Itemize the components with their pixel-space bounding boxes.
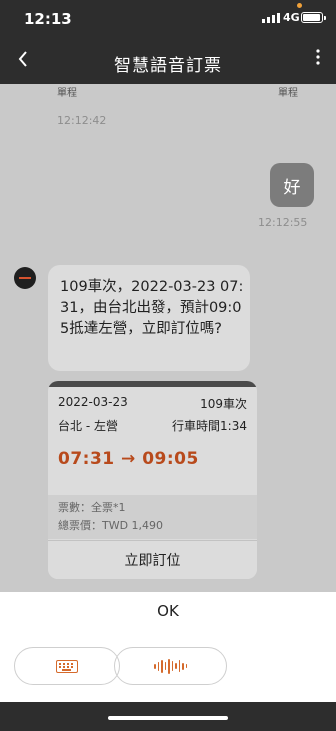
privacy-indicator-dot (297, 3, 302, 8)
card-departure-arrival: 07:31 → 09:05 (58, 449, 199, 469)
home-indicator[interactable] (108, 716, 228, 720)
signal-icon (262, 13, 280, 23)
user-message-bubble: 好 (270, 163, 314, 207)
card-total-price: 總票價：TWD 1,490 (58, 519, 164, 532)
keyboard-button[interactable] (14, 647, 120, 685)
bot-avatar (14, 267, 36, 289)
voice-wave-icon (154, 658, 187, 674)
card-date: 2022-03-23 (58, 395, 128, 409)
card-duration: 行車時間1:34 (172, 419, 247, 433)
page-title: 智慧語音訂票 (114, 56, 222, 76)
keyboard-icon (56, 659, 78, 673)
nav-bar: 智慧語音訂票 (0, 38, 336, 84)
recognized-text: OK (157, 602, 179, 620)
partial-message-right: 單程 (278, 88, 298, 99)
partial-message-left: 單程 (57, 88, 77, 99)
network-type: 4G (283, 11, 300, 24)
message-timestamp: 12:12:42 (57, 114, 107, 127)
status-time: 12:13 (24, 10, 72, 28)
chat-area[interactable]: 單程 單程 12:12:42 好 12:12:55 109車次，2022-03-… (0, 84, 336, 592)
card-route: 台北 - 左營 (58, 419, 118, 433)
card-train-number: 109車次 (200, 397, 247, 411)
book-now-button[interactable]: 立即訂位 (48, 540, 257, 579)
user-message-timestamp: 12:12:55 (258, 216, 308, 229)
home-bar (0, 702, 336, 731)
card-ticket-count: 票數：全票*1 (58, 501, 126, 514)
voice-input-panel: OK (0, 592, 336, 702)
more-options-button[interactable] (314, 47, 322, 73)
booking-card: 2022-03-23 109車次 台北 - 左營 行車時間1:34 07:31 … (48, 381, 257, 579)
more-vertical-icon (316, 49, 320, 65)
status-bar: 12:13 4G (0, 0, 336, 38)
battery-icon (301, 12, 326, 23)
card-top-bar (48, 381, 257, 387)
voice-button[interactable] (114, 647, 227, 685)
user-message-text: 好 (283, 177, 301, 198)
bot-message-bubble: 109車次，2022-03-23 07:31，由台北出發，預計09:05抵達左營… (48, 265, 250, 371)
